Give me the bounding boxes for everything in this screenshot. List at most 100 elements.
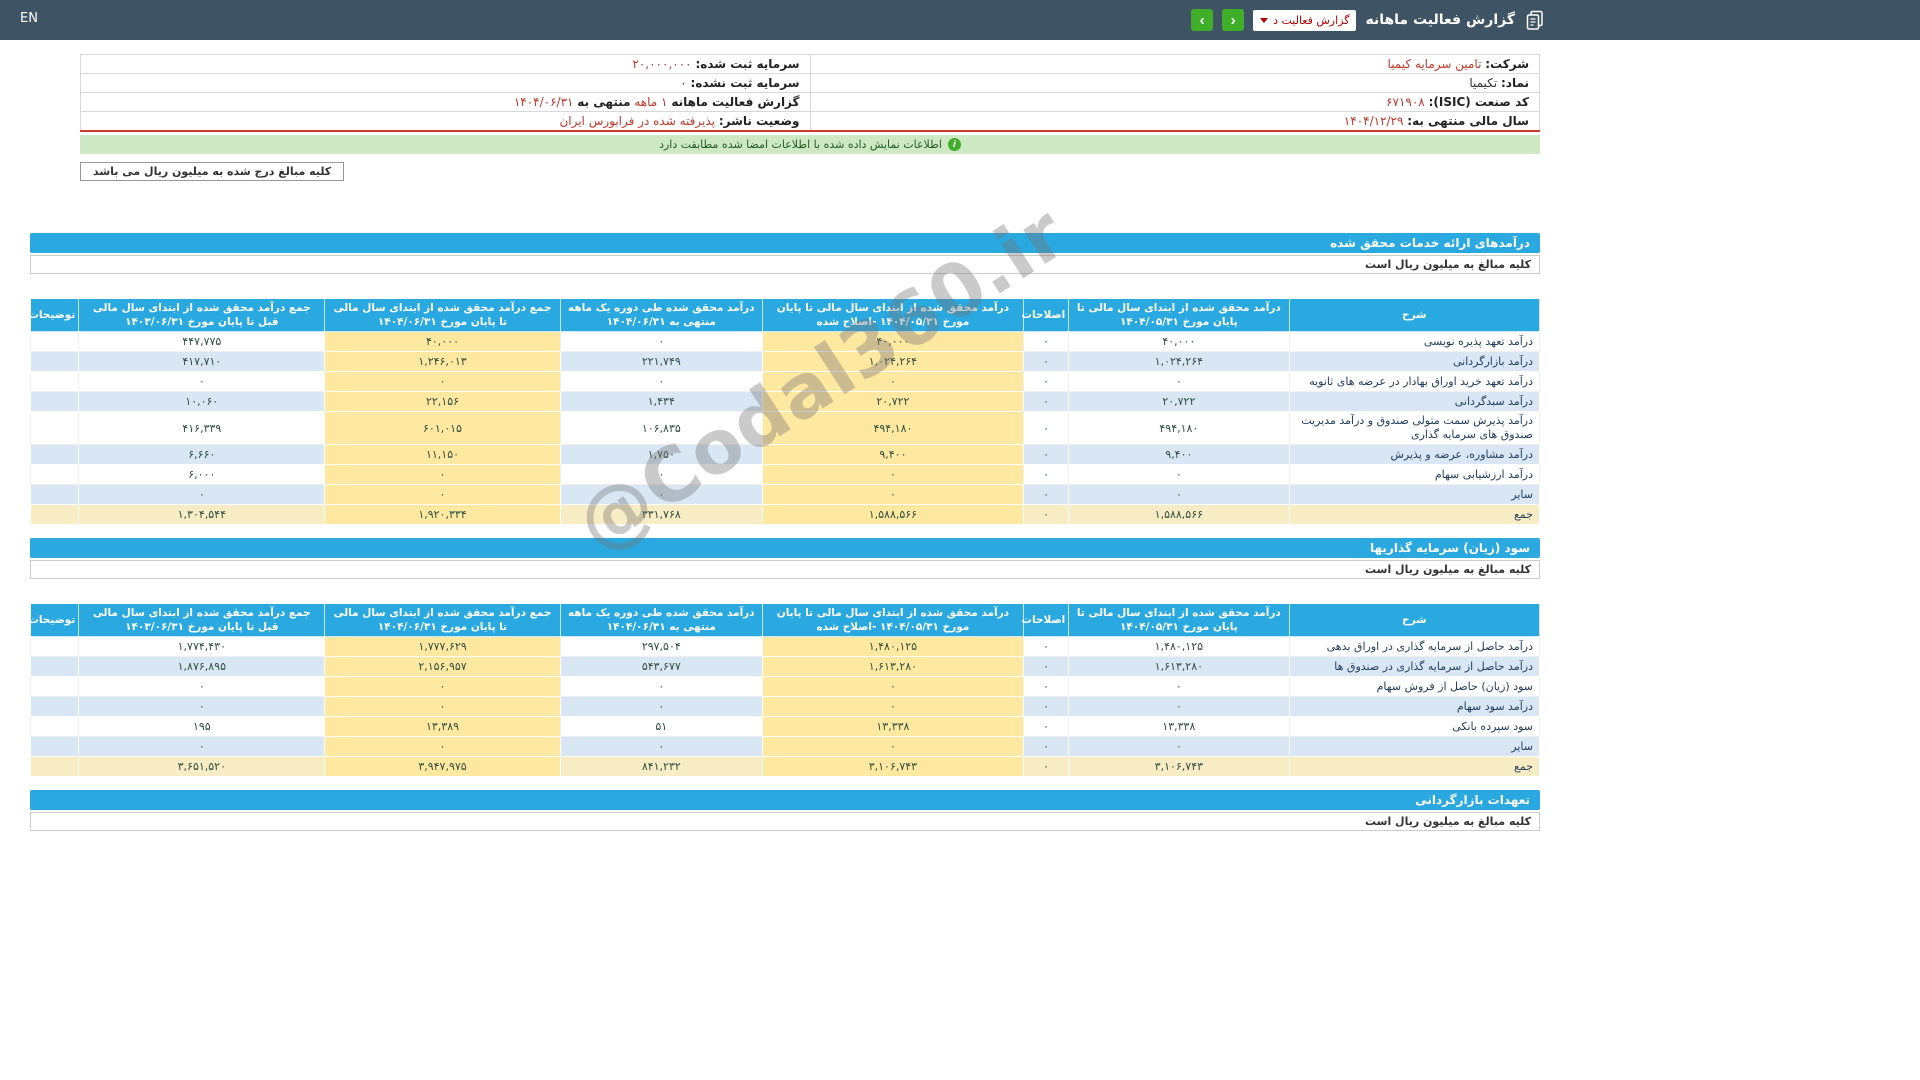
- value-cell: ۶,۶۶۰: [78, 444, 326, 465]
- value-cell: ۰: [559, 736, 763, 757]
- value-cell: ۰: [1022, 484, 1070, 505]
- report-table: شرح درآمد محقق شده از ابتدای سال مالی تا …: [28, 298, 1541, 525]
- value-cell: ۰: [78, 371, 326, 392]
- top-navbar: گزارش فعالیت ماهانه گزارش فعالیت د › ‹ E…: [0, 0, 1920, 40]
- value-cell: ۸۴۱,۲۳۲: [559, 756, 763, 777]
- table-row: درآمد ارزشیابی سهام ۰ ۰ ۰ ۰ ۰ ۶,۰۰۰: [29, 464, 1541, 485]
- symbol-label: نماد:: [1500, 76, 1529, 90]
- value-cell: ۰: [559, 371, 763, 392]
- table-row: درآمد تعهد پذیره نویسی ۴۰,۰۰۰ ۰ ۴۰,۰۰۰ ۰ ۴۰,۰…: [29, 331, 1541, 352]
- total-row: جمع ۱,۵۸۸,۵۶۶ ۰ ۱,۵۸۸,۵۶۶ ۳۳۱,۷۶۸ ۱,۹۲۰,۳۳۴ ۱,…: [29, 504, 1541, 525]
- value-cell: ۹,۴۰۰: [761, 444, 1024, 465]
- fiscal-year-label: سال مالی منتهی به:: [1407, 114, 1529, 128]
- value-cell: ۰: [1022, 331, 1070, 352]
- symbol-value: تکیمیا: [1469, 76, 1498, 90]
- report-copy-icon[interactable]: [1524, 9, 1546, 31]
- publisher-status-label: وضعیت ناشر:: [718, 114, 800, 128]
- column-header: جمع درآمد محقق شده از ابتدای سال مالی قب…: [78, 298, 326, 332]
- value-cell: ۱,۴۸۰,۱۲۵: [761, 636, 1024, 657]
- column-header: شرح: [1288, 298, 1541, 332]
- page-title: گزارش فعالیت ماهانه: [1365, 12, 1515, 28]
- comment-cell: [29, 736, 80, 757]
- value-cell: ۳,۶۵۱,۵۲۰: [78, 756, 326, 777]
- row-label: درآمد تعهد خرید اوراق بهادار در عرضه های…: [1288, 371, 1541, 392]
- row-label: سایر: [1288, 736, 1541, 757]
- value-cell: ۱۱,۱۵۰: [324, 444, 561, 465]
- value-cell: ۰: [559, 484, 763, 505]
- comment-cell: [29, 504, 80, 525]
- value-cell: ۰: [559, 696, 763, 717]
- value-cell: ۰: [78, 736, 326, 757]
- value-cell: ۰: [1068, 464, 1290, 485]
- value-cell: ۰: [1068, 736, 1290, 757]
- table-row: درآمد بازارگردانی ۱,۰۲۴,۲۶۴ ۰ ۱,۰۲۴,۲۶۴ ۲۲۱,…: [29, 351, 1541, 372]
- value-cell: ۰: [324, 464, 561, 485]
- column-header: درآمد محقق شده از ابتدای سال مالی تا پای…: [761, 298, 1024, 332]
- value-cell: ۲,۱۵۶,۹۵۷: [324, 656, 561, 677]
- comment-cell: [29, 756, 80, 777]
- value-cell: ۲۲,۱۵۶: [324, 391, 561, 412]
- value-cell: ۱,۲۴۶,۰۱۳: [324, 351, 561, 372]
- value-cell: ۱,۷۷۴,۴۳۰: [78, 636, 326, 657]
- report-period-length: ۱ ماهه: [634, 95, 668, 109]
- unregistered-capital-value: ۰: [680, 76, 687, 90]
- row-label: درآمد پذیرش سمت متولی صندوق و درآمد مدیر…: [1288, 411, 1541, 445]
- section-unit-note: کلیه مبالغ به میلیون ریال است: [30, 812, 1540, 831]
- isic-value: ۶۷۱۹۰۸: [1386, 95, 1425, 109]
- column-header: توضیحات: [28, 603, 80, 637]
- value-cell: ۴۰,۰۰۰: [1068, 331, 1290, 352]
- table-row: درآمد حاصل از سرمایه گذاری در اوراق بدهی…: [29, 636, 1541, 657]
- comment-cell: [29, 411, 80, 445]
- value-cell: ۰: [1022, 504, 1070, 525]
- info-row: نماد: تکیمیا سرمایه ثبت نشده: ۰: [80, 73, 1540, 93]
- value-cell: ۱,۷۷۷,۶۲۹: [324, 636, 561, 657]
- column-header: درآمد محقق شده از ابتدای سال مالی تا پای…: [1068, 603, 1290, 637]
- value-cell: ۰: [1022, 351, 1070, 372]
- column-header: اصلاحات: [1021, 298, 1070, 332]
- value-cell: ۱,۵۸۸,۵۶۶: [761, 504, 1024, 525]
- value-cell: ۶,۰۰۰: [78, 464, 326, 485]
- value-cell: ۲۰,۷۲۲: [1068, 391, 1290, 412]
- value-cell: ۱,۳۰۴,۵۴۴: [78, 504, 326, 525]
- value-cell: ۳,۱۰۶,۷۴۳: [1068, 756, 1290, 777]
- row-label: جمع: [1288, 504, 1541, 525]
- column-header: شرح: [1288, 603, 1541, 637]
- row-label: جمع: [1288, 756, 1541, 777]
- value-cell: ۰: [1022, 464, 1070, 485]
- value-cell: ۰: [761, 696, 1024, 717]
- table-row: سود سپرده بانکی ۱۳,۳۳۸ ۰ ۱۳,۳۳۸ ۵۱ ۱۳,۳۸۹ ۱۹۵: [29, 716, 1541, 737]
- report-type-dropdown[interactable]: گزارش فعالیت د: [1253, 9, 1357, 31]
- language-toggle[interactable]: EN: [20, 11, 38, 26]
- comment-cell: [29, 636, 80, 657]
- report-content: شرکت: تامین سرمایه کیمیا سرمایه ثبت شده:…: [0, 54, 1556, 831]
- report-period-field: گزارش فعالیت ماهانه ۱ ماهه منتهی به ۱۴۰۴…: [80, 92, 811, 112]
- company-info-table: شرکت: تامین سرمایه کیمیا سرمایه ثبت شده:…: [80, 54, 1540, 132]
- value-cell: ۰: [1022, 656, 1070, 677]
- value-cell: ۰: [761, 676, 1024, 697]
- value-cell: ۰: [1022, 736, 1070, 757]
- report-period-ending-label: منتهی به: [577, 95, 631, 109]
- next-report-button[interactable]: ›: [1222, 9, 1245, 31]
- value-cell: ۵۴۳,۶۷۷: [559, 656, 763, 677]
- table-row: درآمد سبدگردانی ۲۰,۷۲۲ ۰ ۲۰,۷۲۲ ۱,۴۳۴ ۲۲,۱۵۶ ۱…: [29, 391, 1541, 412]
- column-header: درآمد محقق شده از ابتدای سال مالی تا پای…: [761, 603, 1024, 637]
- column-header: جمع درآمد محقق شده از ابتدای سال مالی تا…: [324, 298, 561, 332]
- value-cell: ۰: [78, 484, 326, 505]
- value-cell: ۴۱۶,۳۳۹: [78, 411, 326, 445]
- section-title-services-income: درآمدهای ارائه خدمات محقق شده: [30, 233, 1540, 253]
- table-row: درآمد حاصل از سرمایه گذاری در صندوق ها ۱,…: [29, 656, 1541, 677]
- header-row: شرح درآمد محقق شده از ابتدای سال مالی تا …: [28, 603, 1541, 637]
- value-cell: ۰: [761, 371, 1024, 392]
- column-header: جمع درآمد محقق شده از ابتدای سال مالی قب…: [78, 603, 326, 637]
- value-cell: ۰: [1068, 676, 1290, 697]
- comment-cell: [29, 371, 80, 392]
- value-cell: ۱۳,۳۳۸: [761, 716, 1024, 737]
- signed-match-banner: i اطلاعات نمایش داده شده با اطلاعات امضا…: [80, 135, 1540, 154]
- value-cell: ۰: [78, 696, 326, 717]
- fiscal-year-field: سال مالی منتهی به: ۱۴۰۴/۱۲/۲۹: [809, 111, 1540, 132]
- registered-capital-value: ۲۰,۰۰۰,۰۰۰: [632, 57, 692, 71]
- table-row: سایر ۰ ۰ ۰ ۰ ۰ ۰: [29, 484, 1541, 505]
- prev-report-button[interactable]: ‹: [1191, 9, 1214, 31]
- value-cell: ۱۹۵: [78, 716, 326, 737]
- value-cell: ۱,۵۸۸,۵۶۶: [1068, 504, 1290, 525]
